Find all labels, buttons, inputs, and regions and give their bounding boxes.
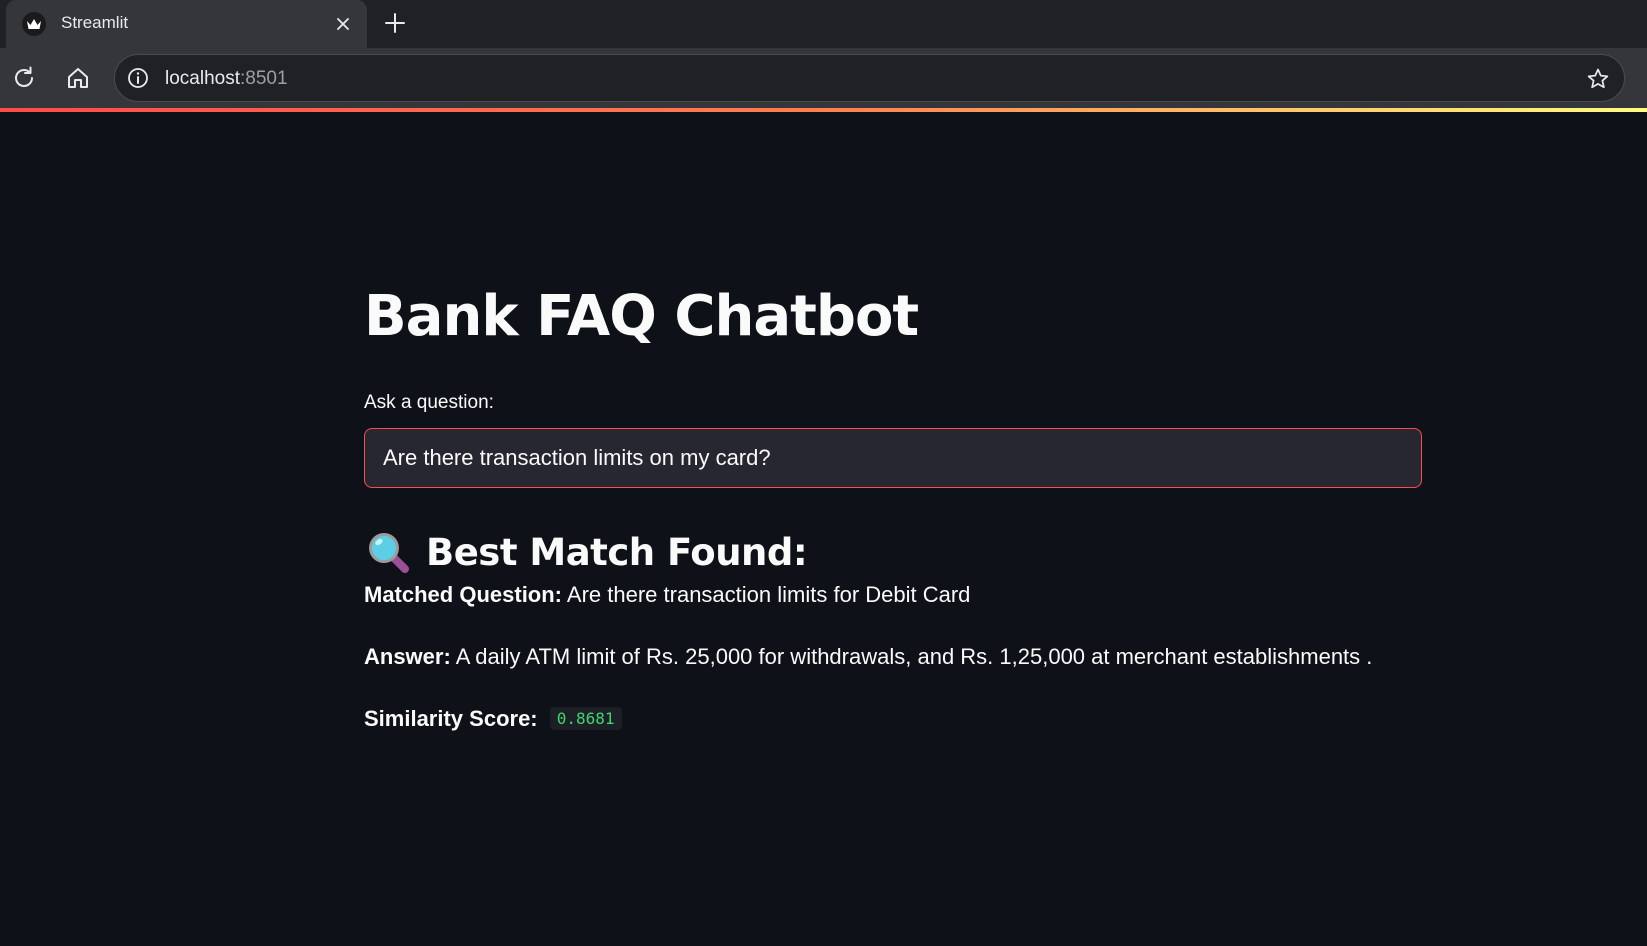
tab-title: Streamlit bbox=[61, 13, 129, 32]
answer-line: Answer: A daily ATM limit of Rs. 25,000 … bbox=[364, 644, 1372, 670]
question-input[interactable] bbox=[364, 428, 1422, 488]
matched-question-label: Matched Question: bbox=[364, 582, 563, 607]
streamlit-app: Bank FAQ Chatbot Ask a question: Best Ma… bbox=[0, 112, 1647, 946]
browser-tab[interactable]: Streamlit bbox=[6, 0, 367, 48]
answer-label: Answer: bbox=[364, 644, 451, 669]
matched-question-value: Are there transaction limits for Debit C… bbox=[566, 582, 971, 607]
url-port: :8501 bbox=[240, 68, 288, 89]
question-input-label: Ask a question: bbox=[364, 392, 494, 413]
url-host: localhost bbox=[165, 68, 240, 89]
address-bar[interactable]: localhost:8501 bbox=[114, 54, 1625, 102]
matched-question-line: Matched Question: Are there transaction … bbox=[364, 582, 970, 608]
similarity-score-value: 0.8681 bbox=[549, 707, 622, 730]
home-icon[interactable] bbox=[61, 61, 95, 95]
similarity-score-label: Similarity Score: bbox=[364, 706, 538, 731]
info-icon[interactable] bbox=[125, 65, 151, 91]
similarity-score-line: Similarity Score: 0.8681 bbox=[364, 706, 622, 732]
magnifying-glass-icon bbox=[369, 533, 409, 573]
result-heading-text: Best Match Found: bbox=[426, 530, 808, 574]
plus-icon[interactable] bbox=[380, 8, 410, 38]
address-url[interactable]: localhost:8501 bbox=[165, 68, 288, 90]
answer-value: A daily ATM limit of Rs. 25,000 for with… bbox=[455, 644, 1373, 669]
star-icon[interactable] bbox=[1584, 65, 1612, 93]
reload-icon[interactable] bbox=[7, 61, 41, 95]
browser-toolbar: localhost:8501 bbox=[0, 48, 1647, 108]
result-heading: Best Match Found: bbox=[364, 528, 808, 576]
streamlit-crown-icon bbox=[22, 12, 46, 36]
close-icon[interactable] bbox=[331, 12, 355, 36]
browser-tabstrip: Streamlit bbox=[0, 0, 1647, 48]
page-title: Bank FAQ Chatbot bbox=[364, 284, 919, 349]
